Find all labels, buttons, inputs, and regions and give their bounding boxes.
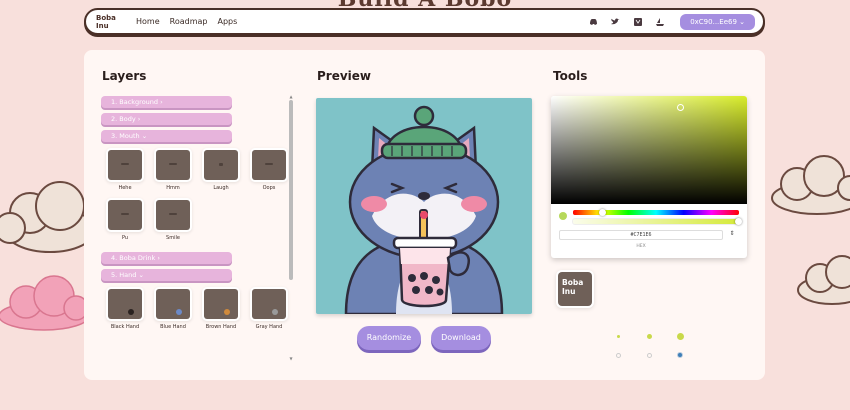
option-label: Blue Hand: [160, 324, 186, 330]
hue-slider-handle[interactable]: [599, 209, 606, 216]
shiba-character-illustration: [344, 105, 504, 314]
navbar: Boba Inu Home Roadmap Apps 0xC90...Ee69 …: [84, 8, 765, 35]
hex-label: HEX: [636, 244, 646, 249]
option-swatch: [252, 150, 286, 180]
alpha-slider[interactable]: [572, 218, 740, 225]
nav-link-home[interactable]: Home: [136, 17, 160, 26]
hand-option-blue[interactable]: Blue Hand: [154, 289, 192, 331]
color-picker: #C7E1E6 ⇕ HEX: [551, 96, 747, 258]
format-toggle-icon[interactable]: ⇕: [727, 230, 737, 240]
mouth-option-oops[interactable]: Oops: [250, 150, 288, 192]
option-swatch: [156, 200, 190, 230]
scroll-down-icon[interactable]: ▼: [288, 356, 294, 361]
mouth-option-laugh[interactable]: Laugh: [202, 150, 240, 192]
saturation-area[interactable]: [551, 96, 747, 204]
category-body[interactable]: 2. Body ›: [101, 113, 232, 125]
category-background[interactable]: 1. Background ›: [101, 96, 232, 108]
preview-canvas: [316, 98, 532, 314]
option-label: Black Hand: [110, 324, 140, 330]
layers-scrollbar[interactable]: ▲ ▼: [288, 94, 294, 362]
decor-dot: [677, 333, 684, 340]
hand-options: Black Hand Blue Hand Brown Hand Gray Han…: [106, 289, 296, 331]
tools-heading: Tools: [553, 69, 588, 83]
hue-slider[interactable]: [573, 210, 739, 215]
nav-link-roadmap[interactable]: Roadmap: [170, 17, 208, 26]
category-hand[interactable]: 5. Hand ⌄: [101, 269, 232, 281]
decor-dot: [647, 334, 652, 339]
mouth-option-pu[interactable]: Pu: [106, 200, 144, 242]
boba-inu-logo-thumbnail[interactable]: Boba Inu: [558, 272, 592, 306]
option-label: Brown Hand: [205, 324, 237, 330]
category-mouth[interactable]: 3. Mouth ⌄: [101, 130, 232, 142]
cloud-left-pink: [0, 275, 90, 331]
option-swatch: [156, 150, 190, 180]
opensea-icon[interactable]: [655, 17, 664, 26]
mouth-option-hehe[interactable]: Hehe: [106, 150, 144, 192]
twitter-icon[interactable]: [611, 17, 620, 26]
option-swatch: [156, 289, 190, 319]
layers-panel: 1. Background › 2. Body › 3. Mouth ⌄ Heh…: [101, 96, 297, 366]
builder-card: Layers Preview Tools 1. Background › 2. …: [84, 50, 765, 380]
hand-option-black[interactable]: Black Hand: [106, 289, 144, 331]
saturation-handle[interactable]: [677, 104, 684, 111]
mouth-options: Hehe Hmm Laugh Oops Pu Smile: [106, 150, 296, 242]
decor-dot: [617, 335, 620, 338]
option-label: Hehe: [118, 185, 132, 191]
wallet-button[interactable]: 0xC90...Ee69 ⌄: [680, 13, 755, 30]
option-label: Laugh: [213, 185, 229, 191]
option-label: Smile: [166, 235, 180, 241]
option-swatch: [252, 289, 286, 319]
layers-heading: Layers: [102, 69, 147, 83]
alpha-slider-handle[interactable]: [735, 218, 742, 225]
medium-icon[interactable]: [633, 17, 642, 26]
nav-link-apps[interactable]: Apps: [217, 17, 237, 26]
option-label: Hmm: [166, 185, 180, 191]
option-label: Oops: [262, 185, 276, 191]
decor-dot: [616, 353, 621, 358]
cloud-right-top: [771, 155, 850, 215]
cloud-right-bottom: [797, 255, 850, 305]
mouth-option-smile[interactable]: Smile: [154, 200, 192, 242]
option-label: Gray Hand: [255, 324, 283, 330]
download-button[interactable]: Download: [431, 326, 491, 350]
option-swatch: [108, 200, 142, 230]
hand-option-brown[interactable]: Brown Hand: [202, 289, 240, 331]
randomize-button[interactable]: Randomize: [357, 326, 421, 350]
option-swatch: [108, 289, 142, 319]
hex-input[interactable]: #C7E1E6: [559, 230, 723, 240]
scrollbar-thumb[interactable]: [289, 100, 293, 280]
current-color-swatch: [559, 212, 567, 220]
scroll-up-icon[interactable]: ▲: [288, 94, 294, 99]
decor-dot: [677, 352, 683, 358]
hand-option-gray[interactable]: Gray Hand: [250, 289, 288, 331]
category-boba-drink[interactable]: 4. Boba Drink ›: [101, 252, 232, 264]
option-label: Pu: [121, 235, 129, 241]
brand-logo[interactable]: Boba Inu: [96, 14, 122, 30]
decor-dot: [647, 353, 652, 358]
discord-icon[interactable]: [589, 17, 598, 26]
option-swatch: [204, 289, 238, 319]
mouth-option-hmm[interactable]: Hmm: [154, 150, 192, 192]
option-swatch: [204, 150, 238, 180]
preview-heading: Preview: [317, 69, 372, 83]
option-swatch: [108, 150, 142, 180]
